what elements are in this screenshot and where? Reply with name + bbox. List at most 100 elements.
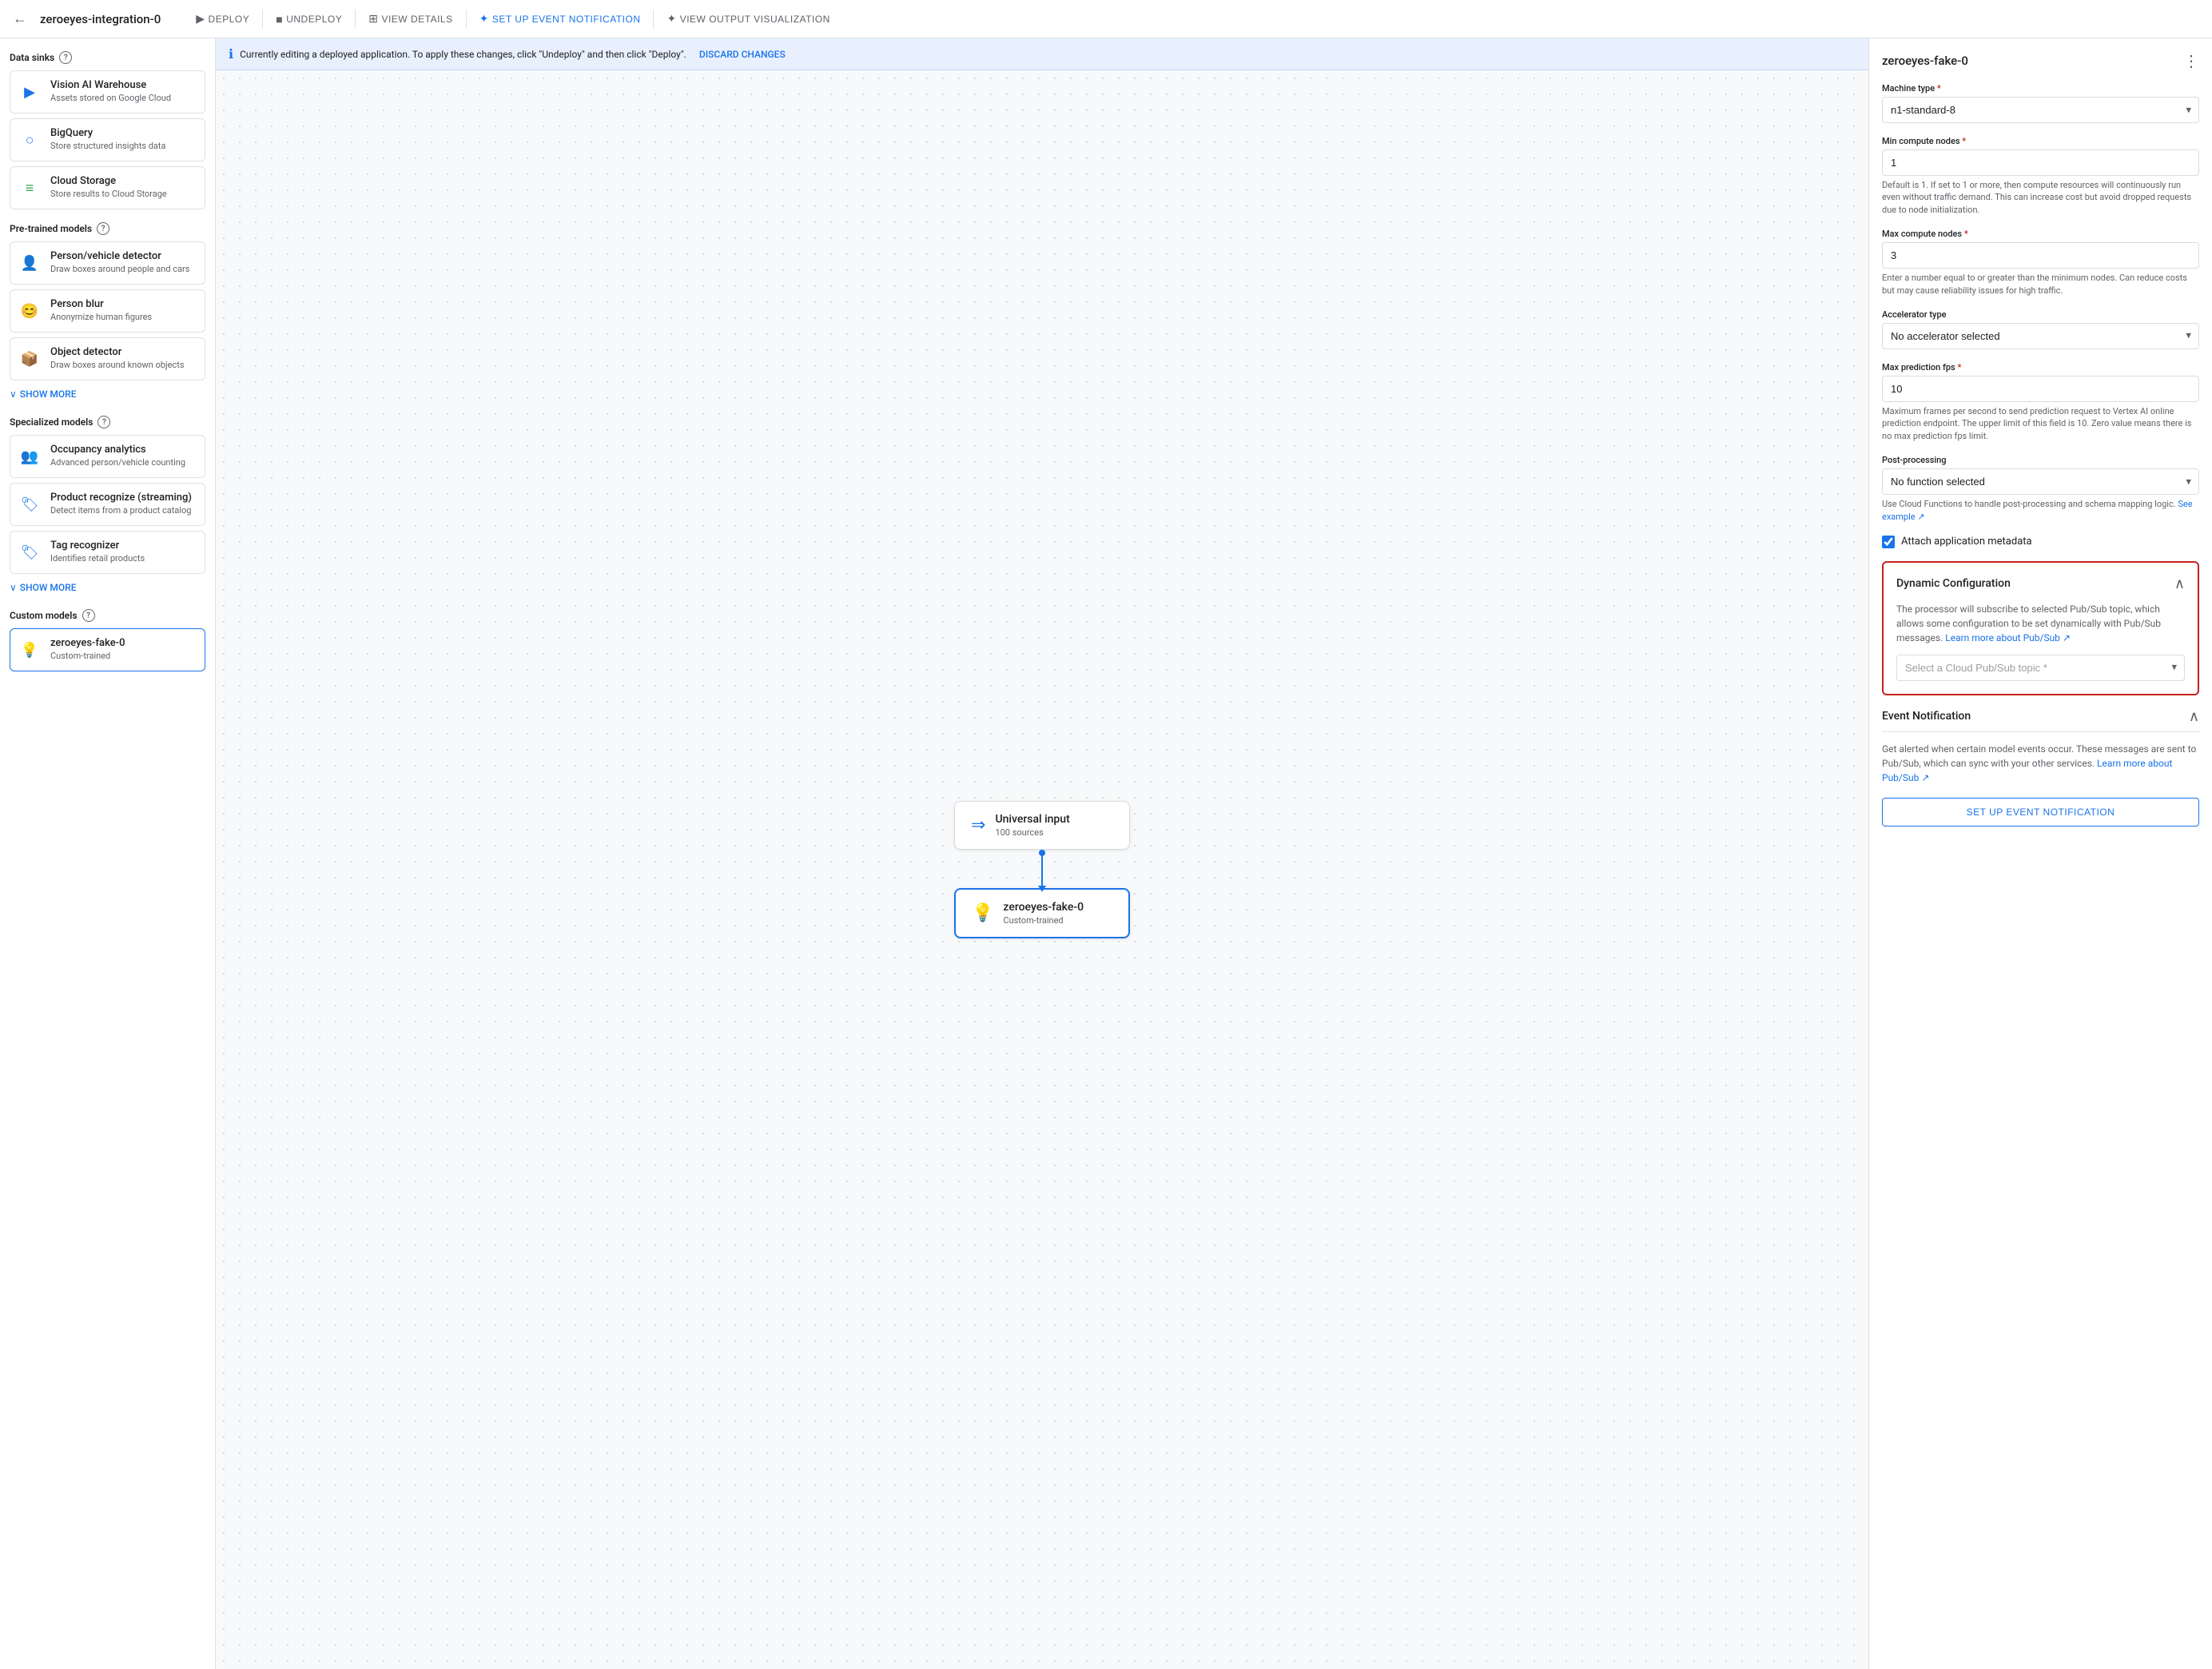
sidebar-item-zeroeyes-fake[interactable]: 💡 zeroeyes-fake-0 Custom-trained [10,628,205,671]
max-fps-group: Max prediction fps * Maximum frames per … [1882,362,2199,442]
nav-actions: ▶ DEPLOY ■ UNDEPLOY ⊞ VIEW DETAILS ✦ SET… [186,7,840,30]
show-more-specialized[interactable]: ∨ SHOW MORE [10,579,205,596]
undeploy-button[interactable]: ■ UNDEPLOY [266,8,352,30]
show-more-pretrained[interactable]: ∨ SHOW MORE [10,385,205,403]
sidebar-item-vision-ai[interactable]: ▶ Vision AI Warehouse Assets stored on G… [10,70,205,114]
connector-dot-top [1039,850,1045,856]
info-banner: ℹ Currently editing a deployed applicati… [216,38,1868,70]
event-notification-title: Event Notification [1882,710,1971,723]
sidebar-item-cloud-storage[interactable]: ≡ Cloud Storage Store results to Cloud S… [10,166,205,209]
sidebar-item-product-recognize[interactable]: 🏷 Product recognize (streaming) Detect i… [10,483,205,526]
custom-models-header: Custom models ? [10,609,205,622]
view-output-button[interactable]: ✦ VIEW OUTPUT VISUALIZATION [657,7,839,30]
event-notification-collapse-button[interactable]: ∧ [2189,708,2199,725]
person-blur-icon: 😊 [17,298,42,324]
deploy-button[interactable]: ▶ DEPLOY [186,7,259,30]
tag-recognizer-icon: 🏷 [17,540,42,565]
event-notification-desc: Get alerted when certain model events oc… [1882,742,2199,785]
max-fps-label: Max prediction fps * [1882,362,2199,372]
min-compute-input[interactable] [1882,149,2199,176]
pretrained-help-icon[interactable]: ? [97,222,109,235]
discard-changes-button[interactable]: DISCARD CHANGES [699,49,786,60]
attach-metadata-checkbox[interactable] [1882,536,1895,548]
setup-event-notification-button[interactable]: SET UP EVENT NOTIFICATION [1882,798,2199,827]
max-compute-input[interactable] [1882,242,2199,269]
view-output-icon: ✦ [666,12,676,26]
specialized-help-icon[interactable]: ? [97,416,110,428]
output-node[interactable]: 💡 zeroeyes-fake-0 Custom-trained [954,888,1130,938]
right-panel: zeroeyes-fake-0 ⋮ Machine type * n1-stan… [1868,38,2212,1669]
machine-type-label: Machine type * [1882,83,2199,94]
sidebar-item-bigquery[interactable]: ○ BigQuery Store structured insights dat… [10,118,205,161]
dynamic-config-title: Dynamic Configuration [1896,577,2011,590]
view-details-button[interactable]: ⊞ VIEW DETAILS [359,7,462,30]
dynamic-config-collapse-button[interactable]: ∧ [2174,576,2185,592]
machine-type-select-wrapper: n1-standard-8 n1-standard-4 n1-standard-… [1882,97,2199,123]
object-detector-icon: 📦 [17,346,42,372]
output-node-icon: 💡 [972,903,993,923]
nav-separator-4 [653,10,654,29]
input-node-icon: ⇒ [971,815,985,835]
pipeline-connector [1041,856,1043,888]
data-sinks-help-icon[interactable]: ? [59,51,72,64]
sidebar-item-tag-recognizer[interactable]: 🏷 Tag recognizer Identifies retail produ… [10,531,205,574]
setup-event-button[interactable]: ✦ SET UP EVENT NOTIFICATION [470,7,650,30]
zeroeyes-fake-icon: 💡 [17,637,42,663]
attach-metadata-row: Attach application metadata [1882,536,2199,548]
chevron-down-icon-2: ∨ [10,582,17,593]
min-compute-label: Min compute nodes * [1882,136,2199,146]
max-compute-label: Max compute nodes * [1882,229,2199,239]
sidebar-item-person-blur[interactable]: 😊 Person blur Anonymize human figures [10,289,205,333]
accelerator-group: Accelerator type No accelerator selected… [1882,309,2199,349]
panel-title: zeroeyes-fake-0 [1882,54,1968,68]
specialized-header: Specialized models ? [10,416,205,428]
dynamic-config-desc: The processor will subscribe to selected… [1896,602,2185,645]
nav-separator-1 [262,10,263,29]
main-layout: Data sinks ? ▶ Vision AI Warehouse Asset… [0,38,2212,1669]
min-compute-hint: Default is 1. If set to 1 or more, then … [1882,179,2199,216]
max-fps-input[interactable] [1882,376,2199,402]
nav-separator-3 [466,10,467,29]
pubsub-topic-select[interactable]: Select a Cloud Pub/Sub topic * [1896,655,2185,681]
custom-help-icon[interactable]: ? [82,609,95,622]
view-details-icon: ⊞ [368,12,378,26]
deploy-icon: ▶ [196,12,205,26]
sidebar-item-object-detector[interactable]: 📦 Object detector Draw boxes around know… [10,337,205,380]
sidebar-item-occupancy[interactable]: 👥 Occupancy analytics Advanced person/ve… [10,435,205,478]
post-processing-select-wrapper: No function selected [1882,468,2199,495]
event-notification-section: Event Notification ∧ Get alerted when ce… [1882,708,2199,827]
dynamic-config-header: Dynamic Configuration ∧ [1896,576,2185,592]
info-icon: ℹ [229,46,233,62]
pubsub-learn-more-link[interactable]: Learn more about Pub/Sub ↗ [1945,632,2071,643]
vision-ai-icon: ▶ [17,79,42,105]
post-processing-select[interactable]: No function selected [1882,468,2199,495]
input-node[interactable]: ⇒ Universal input 100 sources [954,801,1130,850]
machine-type-select[interactable]: n1-standard-8 n1-standard-4 n1-standard-… [1882,97,2199,123]
left-sidebar: Data sinks ? ▶ Vision AI Warehouse Asset… [0,38,216,1669]
pipeline-canvas: ⇒ Universal input 100 sources 💡 zeroeyes… [216,70,1868,1669]
post-processing-label: Post-processing [1882,455,2199,465]
max-fps-hint: Maximum frames per second to send predic… [1882,405,2199,442]
dynamic-config-section: Dynamic Configuration ∧ The processor wi… [1882,561,2199,695]
product-recognize-icon: 🏷 [17,492,42,517]
attach-metadata-label[interactable]: Attach application metadata [1901,536,2032,548]
panel-header: zeroeyes-fake-0 ⋮ [1882,51,2199,70]
person-vehicle-icon: 👤 [17,250,42,276]
sidebar-item-person-vehicle[interactable]: 👤 Person/vehicle detector Draw boxes aro… [10,241,205,285]
accelerator-select[interactable]: No accelerator selected NVIDIA Tesla T4 … [1882,323,2199,349]
center-canvas: ℹ Currently editing a deployed applicati… [216,38,1868,1669]
max-compute-hint: Enter a number equal to or greater than … [1882,272,2199,297]
chevron-down-icon: ∨ [10,388,17,400]
max-compute-group: Max compute nodes * Enter a number equal… [1882,229,2199,297]
top-nav: ← zeroeyes-integration-0 ▶ DEPLOY ■ UNDE… [0,0,2212,38]
nav-separator-2 [355,10,356,29]
back-button[interactable]: ← [13,10,27,27]
pipeline-container: ⇒ Universal input 100 sources 💡 zeroeyes… [954,801,1130,938]
pretrained-header: Pre-trained models ? [10,222,205,235]
setup-event-icon: ✦ [479,12,489,26]
more-options-button[interactable]: ⋮ [2183,51,2199,70]
app-title: zeroeyes-integration-0 [40,12,161,26]
post-processing-hint: Use Cloud Functions to handle post-proce… [1882,498,2199,523]
undeploy-icon: ■ [276,13,283,26]
bigquery-icon: ○ [17,127,42,153]
